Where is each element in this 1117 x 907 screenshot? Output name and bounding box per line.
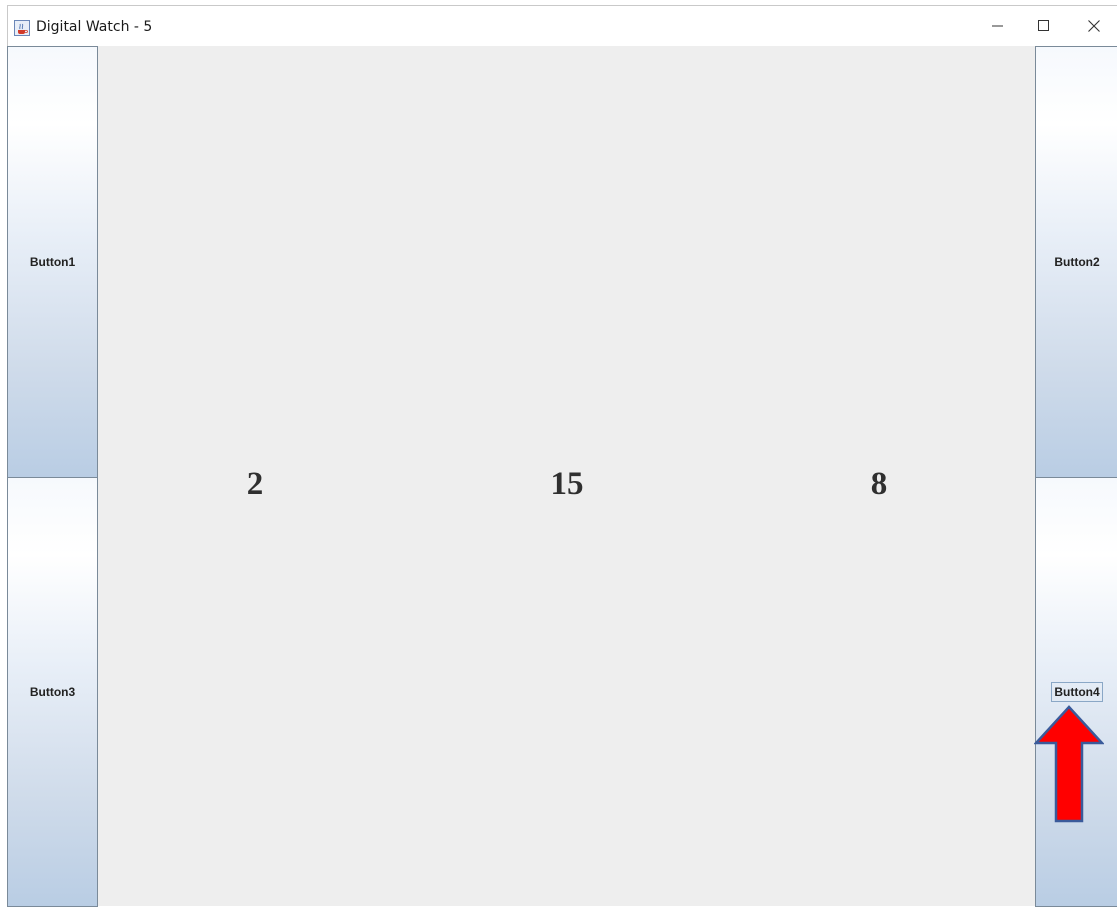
java-cup-icon bbox=[14, 20, 30, 36]
title-bar[interactable]: Digital Watch - 5 bbox=[8, 6, 1117, 46]
minutes-display: 15 bbox=[550, 466, 584, 502]
button1[interactable]: Button1 bbox=[7, 46, 98, 478]
close-icon bbox=[1088, 20, 1100, 32]
hours-display: 2 bbox=[246, 466, 264, 502]
maximize-button[interactable] bbox=[1021, 6, 1067, 46]
button3[interactable]: Button3 bbox=[7, 477, 98, 907]
app-window: Digital Watch - 5 Button1 Button3 Button… bbox=[7, 5, 1117, 907]
minimize-button[interactable] bbox=[975, 6, 1021, 46]
button4-label: Button4 bbox=[1051, 682, 1103, 702]
button4[interactable]: Button4 bbox=[1035, 477, 1117, 907]
close-button[interactable] bbox=[1071, 6, 1117, 46]
up-arrow-icon bbox=[1033, 705, 1105, 823]
window-title: Digital Watch - 5 bbox=[36, 19, 153, 35]
button2-label: Button2 bbox=[1054, 255, 1100, 269]
seconds-display: 8 bbox=[870, 466, 888, 502]
watch-panel: Button1 Button3 Button2 Button4 2 15 8 bbox=[7, 46, 1117, 907]
button1-label: Button1 bbox=[29, 255, 76, 269]
button2[interactable]: Button2 bbox=[1035, 46, 1117, 478]
maximize-icon bbox=[1038, 20, 1050, 32]
button3-label: Button3 bbox=[29, 685, 76, 699]
minimize-icon bbox=[992, 20, 1004, 32]
